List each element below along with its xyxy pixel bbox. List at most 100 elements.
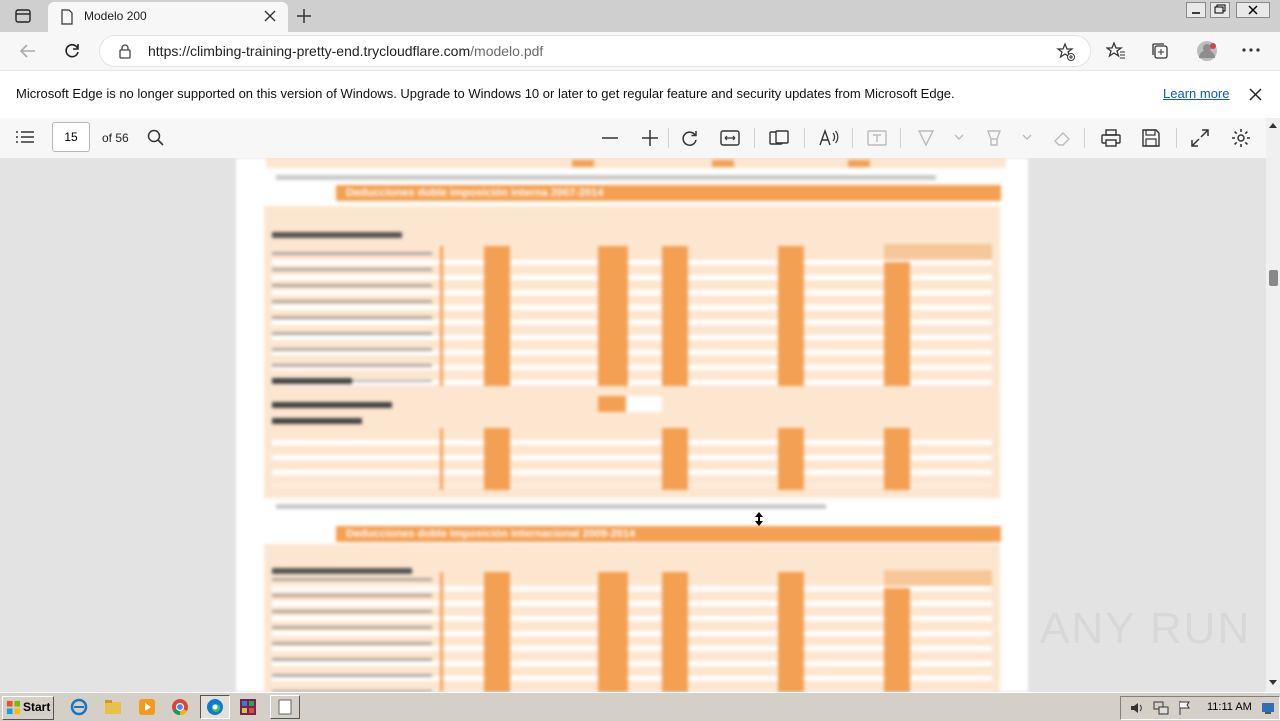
form-column [884,262,910,386]
volume-icon[interactable] [1129,700,1145,716]
edge-taskbar-button[interactable] [200,695,230,719]
rotate-icon[interactable] [681,129,699,147]
column-label [272,232,402,238]
minimize-button[interactable] [1186,2,1206,18]
section-title-international: Deducciones doble imposición internacion… [336,526,1001,542]
chrome-icon[interactable] [171,698,189,716]
form-cell [712,160,734,167]
profile-avatar-icon[interactable] [1196,40,1218,62]
toolbar-divider [1084,128,1085,148]
domestic-deductions-table [264,206,1000,498]
page-view-icon[interactable] [769,130,789,146]
scroll-up-arrow-icon[interactable] [1269,122,1277,128]
form-column [662,246,688,386]
refresh-icon[interactable] [62,41,82,61]
form-column [778,572,804,692]
form-cell [626,396,662,412]
windows-taskbar: Start 11:11 AM [0,692,1280,721]
more-options-icon[interactable] [1242,48,1260,52]
chevron-down-icon[interactable] [1022,134,1032,140]
lock-icon[interactable] [118,43,132,59]
toolbar-divider [804,128,805,148]
network-icon[interactable] [1153,700,1169,716]
resize-cursor-icon [754,512,764,526]
close-window-button[interactable] [1236,2,1270,18]
tab-title: Modelo 200 [84,9,147,23]
back-arrow-icon[interactable] [18,42,38,60]
scroll-thumb[interactable] [1269,270,1278,286]
file-explorer-icon[interactable] [104,698,122,716]
page-total: of 56 [102,131,129,145]
form-column [484,246,510,386]
save-icon[interactable] [1142,129,1160,147]
edge-icon [207,699,223,715]
settings-gear-icon[interactable] [1231,128,1251,148]
form-column [662,572,688,692]
winrar-icon[interactable] [239,698,257,716]
form-column [598,246,628,386]
form-cell [848,160,870,167]
form-column [662,428,688,490]
media-player-icon[interactable] [138,698,156,716]
close-infobar-icon[interactable] [1249,88,1262,101]
scroll-down-arrow-icon[interactable] [1269,680,1277,686]
form-column [884,588,910,692]
notepad-taskbar-button[interactable] [270,695,300,719]
form-column [484,428,510,490]
toolbar-divider [900,128,901,148]
restore-button[interactable] [1210,2,1230,18]
toolbar-divider [668,128,669,148]
zoom-out-icon[interactable] [602,137,618,139]
internet-explorer-icon[interactable] [70,698,88,716]
fit-to-width-icon[interactable] [720,130,740,146]
browser-tab[interactable]: Modelo 200 [48,2,288,32]
clock: 11:11 AM [1207,701,1252,713]
erase-icon[interactable] [1053,129,1071,147]
add-favorite-icon[interactable] [1056,42,1076,62]
fullscreen-icon[interactable] [1191,129,1209,147]
address-bar[interactable]: https://climbing-training-pretty-end.try… [100,36,1090,66]
start-button[interactable]: Start [2,696,54,720]
vertical-scrollbar[interactable] [1266,118,1280,692]
international-deductions-table [264,544,1000,692]
form-column [778,246,804,386]
draw-icon[interactable] [917,129,935,147]
form-column [598,572,628,692]
document-icon [278,699,292,715]
toolbar-divider [754,128,755,148]
table-of-contents-icon[interactable] [16,130,34,144]
unsupported-os-infobar: Microsoft Edge is no longer supported on… [0,70,1280,120]
collections-icon[interactable] [1150,41,1170,61]
text-box-icon[interactable] [867,130,887,146]
toolbar-divider [1176,128,1177,148]
read-aloud-icon[interactable] [819,129,839,147]
form-cell [572,160,594,167]
url-path: /modelo.pdf [470,43,544,59]
column-label [272,568,412,574]
learn-more-link[interactable]: Learn more [1163,86,1229,101]
divider [440,246,443,386]
start-label: Start [23,700,51,714]
print-icon[interactable] [1101,129,1121,147]
new-tab-icon[interactable] [296,8,312,24]
close-tab-icon[interactable] [264,10,276,22]
system-tray: 11:11 AM [1120,696,1280,720]
action-center-flag-icon[interactable] [1177,700,1193,716]
form-column [778,428,804,490]
zoom-in-icon[interactable] [642,130,658,146]
show-desktop-icon[interactable] [1261,701,1275,715]
page-number-input[interactable] [52,122,90,152]
url-text: https://climbing-training-pretty-end.try… [148,43,543,59]
favorites-icon[interactable] [1106,41,1126,61]
total-row-strip [266,158,1006,168]
form-cell [598,396,626,412]
divider [440,572,443,692]
highlight-icon[interactable] [985,129,1003,147]
search-icon[interactable] [147,129,165,147]
footnote-line [276,504,826,509]
tab-actions-icon[interactable] [14,7,32,25]
row-labels [272,252,432,382]
subsection-label [272,418,362,424]
chevron-down-icon[interactable] [954,134,964,140]
total-label [272,378,352,384]
